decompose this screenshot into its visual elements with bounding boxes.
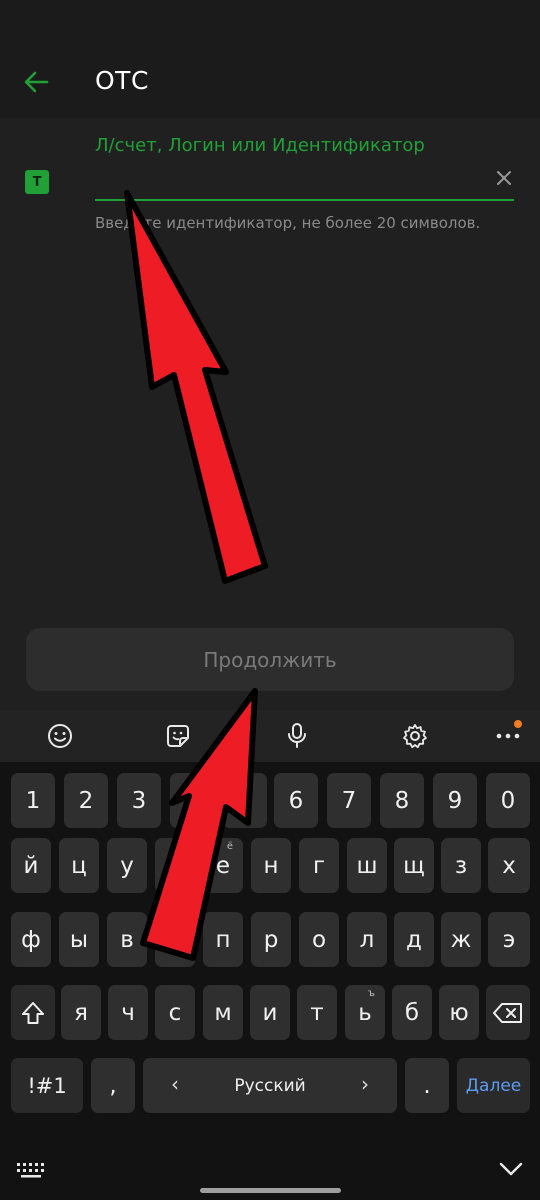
- home-indicator[interactable]: [200, 1188, 341, 1193]
- page-title: ОТС: [95, 66, 149, 95]
- key-э[interactable]: э: [488, 912, 530, 967]
- arrow-left-icon: [24, 71, 49, 93]
- key-н[interactable]: н: [251, 838, 291, 893]
- key-я[interactable]: я: [61, 985, 101, 1040]
- key-з[interactable]: з: [441, 838, 481, 893]
- key-щ[interactable]: щ: [394, 838, 434, 893]
- key-о[interactable]: о: [299, 912, 339, 967]
- key-б[interactable]: б: [392, 985, 432, 1040]
- key-ж[interactable]: ж: [441, 912, 481, 967]
- key-п[interactable]: п: [203, 912, 243, 967]
- emoji-button[interactable]: [44, 720, 76, 752]
- microphone-icon: [288, 723, 306, 748]
- status-bar: [0, 0, 540, 40]
- key-х[interactable]: х: [488, 838, 530, 893]
- keyboard: 1 2 3 4 5 6 7 8 9 0 й ц у к е ё н г ш щ …: [0, 762, 540, 1147]
- sticker-button[interactable]: [162, 720, 194, 752]
- keyboard-switch-button[interactable]: [14, 1157, 48, 1181]
- gear-icon: [403, 724, 427, 749]
- emoji-icon: [48, 724, 72, 748]
- key-и[interactable]: и: [250, 985, 290, 1040]
- navigation-bar: [0, 1147, 540, 1200]
- keyboard-settings-button[interactable]: [399, 720, 431, 752]
- space-right-arrow: ›: [361, 1072, 369, 1096]
- key-3[interactable]: 3: [117, 773, 161, 828]
- key-ц[interactable]: ц: [59, 838, 99, 893]
- close-icon: [497, 171, 511, 185]
- backspace-icon: [493, 1002, 522, 1023]
- key-ч[interactable]: ч: [108, 985, 148, 1040]
- space-key-label: Русский: [234, 1075, 306, 1096]
- period-key[interactable]: .: [405, 1058, 449, 1113]
- key-а[interactable]: а: [155, 912, 195, 967]
- space-left-arrow: ‹: [171, 1072, 179, 1096]
- key-г[interactable]: г: [299, 838, 339, 893]
- key-е-label: е: [215, 852, 231, 879]
- key-7[interactable]: 7: [327, 773, 371, 828]
- key-с[interactable]: с: [155, 985, 195, 1040]
- key-м[interactable]: м: [203, 985, 243, 1040]
- key-в[interactable]: в: [107, 912, 147, 967]
- key-4[interactable]: 4: [170, 773, 214, 828]
- notification-badge: [514, 720, 522, 728]
- shift-icon: [22, 1001, 44, 1024]
- key-2[interactable]: 2: [64, 773, 108, 828]
- key-т[interactable]: т: [297, 985, 337, 1040]
- backspace-key[interactable]: [486, 985, 530, 1040]
- key-ю[interactable]: ю: [439, 985, 479, 1040]
- key-к[interactable]: к: [155, 838, 195, 893]
- key-у[interactable]: у: [107, 838, 147, 893]
- clear-button[interactable]: [492, 166, 516, 190]
- account-input[interactable]: [95, 162, 495, 198]
- next-key[interactable]: Далее: [457, 1058, 530, 1113]
- key-6[interactable]: 6: [274, 773, 318, 828]
- sticker-icon: [167, 725, 189, 747]
- key-д[interactable]: д: [394, 912, 434, 967]
- service-logo-icon: Т: [25, 170, 49, 194]
- app-bar: ОТС: [0, 40, 540, 118]
- key-ь[interactable]: ь ъ: [345, 985, 385, 1040]
- key-ь-label: ь: [358, 999, 372, 1026]
- key-0[interactable]: 0: [486, 773, 530, 828]
- account-field-hint: Введите идентификатор, не более 20 симво…: [95, 214, 481, 232]
- key-1[interactable]: 1: [11, 773, 55, 828]
- main-content: Т Л/счет, Логин или Идентификатор Введит…: [0, 118, 540, 710]
- key-8[interactable]: 8: [380, 773, 424, 828]
- keyboard-toolbar: [0, 710, 540, 762]
- key-5[interactable]: 5: [223, 773, 267, 828]
- key-ь-alt-hint: ъ: [367, 988, 375, 999]
- key-ы[interactable]: ы: [59, 912, 99, 967]
- comma-key[interactable]: ,: [91, 1058, 135, 1113]
- symbols-key[interactable]: !#1: [11, 1058, 83, 1113]
- more-icon: [496, 733, 520, 739]
- keyboard-grid-icon: [17, 1163, 44, 1178]
- key-ш[interactable]: ш: [347, 838, 387, 893]
- key-9[interactable]: 9: [433, 773, 477, 828]
- shift-key[interactable]: [11, 985, 55, 1040]
- key-ф[interactable]: ф: [11, 912, 51, 967]
- key-е[interactable]: е ё: [203, 838, 243, 893]
- space-key[interactable]: ‹ Русский ›: [143, 1058, 397, 1113]
- key-е-alt-hint: ё: [226, 841, 233, 852]
- chevron-down-icon: [499, 1162, 523, 1176]
- voice-input-button[interactable]: [281, 720, 313, 752]
- key-й[interactable]: й: [11, 838, 51, 893]
- hide-keyboard-button[interactable]: [496, 1155, 526, 1183]
- continue-button[interactable]: Продолжить: [26, 628, 514, 691]
- key-р[interactable]: р: [251, 912, 291, 967]
- key-л[interactable]: л: [347, 912, 387, 967]
- account-field-label: Л/счет, Логин или Идентификатор: [95, 135, 425, 156]
- account-field-underline: [95, 199, 514, 201]
- back-button[interactable]: [14, 60, 58, 104]
- service-logo-letter: Т: [32, 174, 42, 190]
